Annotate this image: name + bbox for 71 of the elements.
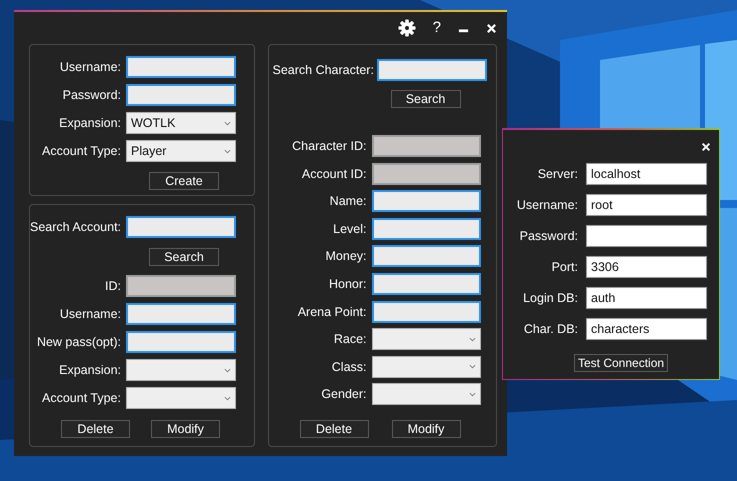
chevron-icon bbox=[224, 120, 231, 126]
input-field[interactable] bbox=[376, 59, 487, 81]
input-field[interactable]: auth bbox=[586, 287, 707, 309]
dropdown[interactable] bbox=[372, 383, 480, 406]
field-label: Username: bbox=[58, 60, 121, 74]
field-label: Class: bbox=[330, 360, 366, 374]
field-label: Password: bbox=[518, 229, 578, 243]
modify-button[interactable]: Modify bbox=[151, 420, 220, 438]
delete-button[interactable]: Delete bbox=[300, 420, 368, 438]
field-label: Username: bbox=[58, 307, 121, 321]
field-label: Username: bbox=[516, 198, 578, 212]
input-field[interactable] bbox=[126, 84, 236, 106]
dropdown[interactable]: WOTLK bbox=[126, 112, 236, 134]
input-field[interactable]: characters bbox=[586, 318, 707, 340]
dropdown[interactable]: Player bbox=[126, 140, 236, 162]
field-label: Honor: bbox=[328, 276, 366, 291]
close-icon[interactable] bbox=[701, 142, 711, 152]
chevron-icon bbox=[468, 364, 476, 370]
dropdown[interactable] bbox=[372, 356, 480, 378]
input-field[interactable] bbox=[126, 331, 236, 353]
chevron-icon bbox=[224, 148, 231, 154]
help-button[interactable]: ? bbox=[432, 19, 441, 37]
input-field[interactable]: 3306 bbox=[586, 256, 707, 278]
field-label: Account ID: bbox=[300, 166, 366, 181]
field-label: Server: bbox=[536, 167, 578, 181]
field-label: Account Type: bbox=[41, 144, 121, 158]
search-button[interactable]: Search bbox=[390, 90, 460, 108]
settings-icon[interactable] bbox=[398, 19, 416, 37]
input-field[interactable]: localhost bbox=[586, 163, 707, 185]
close-icon[interactable] bbox=[486, 22, 497, 34]
field-label: Money: bbox=[324, 249, 366, 264]
field-label: Name: bbox=[328, 194, 366, 208]
field-label: Character ID: bbox=[291, 139, 366, 153]
readonly-field[interactable] bbox=[372, 135, 480, 157]
input-field[interactable] bbox=[372, 272, 480, 295]
input-field[interactable] bbox=[372, 218, 480, 240]
field-label: ID: bbox=[104, 279, 121, 293]
field-label: Expansion: bbox=[58, 363, 121, 377]
field-label: Login DB: bbox=[522, 291, 578, 305]
input-field[interactable] bbox=[126, 56, 236, 78]
field-label: Arena Point: bbox=[296, 304, 366, 319]
test-connection-button[interactable]: Test Connection bbox=[574, 354, 668, 372]
field-label: Level: bbox=[332, 222, 366, 236]
readonly-field[interactable] bbox=[372, 162, 480, 185]
search-button[interactable]: Search bbox=[149, 248, 219, 266]
chevron-icon bbox=[224, 396, 231, 400]
delete-button[interactable]: Delete bbox=[61, 420, 130, 438]
dropdown[interactable] bbox=[372, 328, 480, 350]
field-label: Race: bbox=[332, 332, 366, 346]
field-label: Search Account: bbox=[30, 220, 121, 234]
input-field[interactable]: root bbox=[586, 194, 707, 216]
field-label: Port: bbox=[550, 260, 578, 274]
input-field[interactable] bbox=[372, 245, 480, 268]
field-label: Search Character: bbox=[272, 63, 374, 77]
readonly-field[interactable] bbox=[126, 275, 236, 297]
input-field[interactable] bbox=[126, 216, 236, 238]
field-label: Char. DB: bbox=[522, 322, 578, 336]
field-label: Account Type: bbox=[41, 391, 121, 405]
chevron-icon bbox=[468, 392, 476, 397]
input-field[interactable] bbox=[372, 190, 480, 212]
input-field[interactable] bbox=[126, 303, 236, 325]
field-label: New pass(opt): bbox=[36, 335, 121, 349]
field-label: Password: bbox=[62, 88, 121, 102]
modify-button[interactable]: Modify bbox=[392, 420, 460, 438]
field-label: Expansion: bbox=[58, 116, 121, 130]
create-button[interactable]: Create bbox=[149, 172, 219, 190]
field-label: Gender: bbox=[320, 387, 366, 402]
input-field[interactable] bbox=[372, 300, 480, 323]
chevron-icon bbox=[468, 336, 476, 342]
input-field[interactable] bbox=[586, 225, 707, 247]
chevron-icon bbox=[224, 368, 231, 372]
